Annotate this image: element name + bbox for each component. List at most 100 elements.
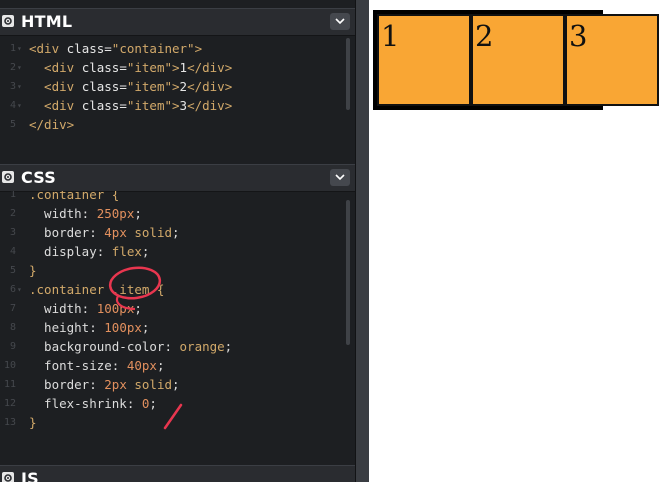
- chevron-down-icon: [335, 18, 345, 25]
- code-line[interactable]: 2 ▾ <div class="item">1</div>: [0, 58, 340, 77]
- code-line[interactable]: 5}: [0, 261, 340, 280]
- code-token: "container": [111, 41, 195, 56]
- code-token: border:: [29, 225, 105, 240]
- code-token: .container .item {: [29, 282, 165, 297]
- gear-icon[interactable]: [2, 171, 14, 183]
- code-text: <div class="item">1</div>: [29, 58, 232, 77]
- code-token: </div>: [29, 117, 75, 132]
- code-token: flex-shrink:: [29, 396, 142, 411]
- code-text: <div class="container">: [29, 39, 202, 58]
- code-token: ;: [224, 339, 233, 354]
- code-token: <div: [29, 41, 67, 56]
- collapse-button[interactable]: [330, 13, 350, 30]
- fold-toggle-icon[interactable]: ▾: [17, 58, 22, 77]
- line-number: 13: [3, 417, 16, 428]
- code-line[interactable]: 7 width: 100px;: [0, 299, 340, 318]
- line-number: 6: [9, 284, 16, 295]
- code-line[interactable]: 5 </div>: [0, 115, 340, 134]
- css-code-area[interactable]: 1 .container {2 width: 250px; 3 border: 4p…: [0, 191, 355, 463]
- code-line[interactable]: 2 width: 250px;: [0, 204, 340, 223]
- preview-pane: 1 2 3: [369, 0, 667, 482]
- line-number: 5: [9, 119, 16, 130]
- code-token: font-size:: [29, 358, 127, 373]
- code-text: .container {: [29, 191, 119, 204]
- gear-icon[interactable]: [2, 472, 14, 482]
- line-number: 4: [9, 100, 16, 111]
- code-token: 2px: [104, 377, 127, 392]
- code-line[interactable]: 8 height: 100px;: [0, 318, 340, 337]
- code-token: <div: [29, 79, 82, 94]
- line-number: 2: [9, 208, 16, 219]
- code-token: }: [29, 263, 37, 278]
- code-line[interactable]: 3 ▾ <div class="item">2</div>: [0, 77, 340, 96]
- js-panel-header: JS: [0, 465, 355, 482]
- code-line[interactable]: 9 background-color: orange;: [0, 337, 340, 356]
- code-token: "item": [126, 79, 172, 94]
- code-token: ;: [134, 301, 142, 316]
- code-token: >: [172, 60, 180, 75]
- collapse-button[interactable]: [330, 169, 350, 186]
- code-token: >: [194, 41, 203, 56]
- code-line[interactable]: 1 ▾ <div class="container">: [0, 39, 340, 58]
- fold-toggle-icon[interactable]: ▾: [17, 77, 22, 96]
- code-text: display: flex;: [29, 242, 149, 261]
- code-token: >: [172, 98, 180, 113]
- code-line[interactable]: 4 display: flex;: [0, 242, 340, 261]
- css-panel-header: CSS: [0, 164, 355, 192]
- line-number: 3: [9, 81, 16, 92]
- flex-item: 2: [471, 14, 565, 106]
- code-token: width:: [29, 206, 97, 221]
- code-text: height: 100px;: [29, 318, 149, 337]
- flex-item: 1: [377, 14, 471, 106]
- panel-title: CSS: [21, 168, 56, 187]
- code-line[interactable]: 12 flex-shrink: 0;: [0, 394, 340, 413]
- code-token: 40px: [126, 358, 157, 373]
- code-token: display:: [29, 244, 112, 259]
- code-token: class=: [81, 98, 127, 113]
- code-token: .container {: [29, 191, 120, 202]
- chevron-down-icon: [335, 174, 345, 181]
- line-number: 11: [3, 379, 16, 390]
- code-token: <div: [29, 60, 82, 75]
- flex-container: 1 2 3: [373, 10, 659, 110]
- code-token: </div>: [187, 98, 233, 113]
- fold-toggle-icon[interactable]: ▾: [17, 39, 22, 58]
- fold-toggle-icon[interactable]: ▾: [17, 96, 22, 115]
- gear-icon[interactable]: [2, 15, 14, 27]
- code-token: }: [29, 415, 37, 430]
- code-line[interactable]: 13}: [0, 413, 340, 432]
- html-code-area[interactable]: 1 ▾ <div class="container"> 2 ▾ <div class="…: [0, 36, 355, 160]
- pane-divider[interactable]: [355, 0, 369, 482]
- code-editor: HTML 1 ▾ <div class="container"> 2 ▾ <div cl…: [0, 0, 355, 482]
- code-line[interactable]: 10 font-size: 40px;: [0, 356, 340, 375]
- code-text: font-size: 40px;: [29, 356, 164, 375]
- code-token: background-color:: [29, 339, 180, 354]
- html-scrollbar[interactable]: [346, 38, 350, 110]
- code-text: border: 4px solid;: [29, 223, 179, 242]
- line-number: 2: [9, 62, 16, 73]
- code-text: width: 250px;: [29, 204, 142, 223]
- line-number: 5: [9, 265, 16, 276]
- code-text: border: 2px solid;: [29, 375, 180, 394]
- code-line[interactable]: 1 .container {: [0, 191, 340, 204]
- code-token: ;: [172, 377, 180, 392]
- code-token: border:: [29, 377, 105, 392]
- code-token: 100px: [104, 320, 142, 335]
- line-number: 8: [9, 322, 16, 333]
- panel-title: JS: [21, 469, 39, 482]
- html-panel-header: HTML: [0, 8, 355, 36]
- code-token: ;: [141, 320, 150, 335]
- css-scrollbar[interactable]: [346, 200, 350, 345]
- code-line[interactable]: 4 ▾ <div class="item">3</div>: [0, 96, 340, 115]
- code-line[interactable]: 3 border: 4px solid;: [0, 223, 340, 242]
- code-line[interactable]: 11 border: 2px solid;: [0, 375, 340, 394]
- fold-toggle-icon[interactable]: ▾: [17, 280, 22, 299]
- code-token: ;: [141, 244, 150, 259]
- code-text: <div class="item">3</div>: [29, 96, 232, 115]
- code-token: "item": [126, 98, 172, 113]
- code-token: ;: [134, 206, 142, 221]
- code-text: }: [29, 413, 37, 432]
- code-token: 100px: [96, 301, 135, 316]
- code-line[interactable]: 6 ▾ .container .item {: [0, 280, 340, 299]
- line-number: 10: [3, 360, 16, 371]
